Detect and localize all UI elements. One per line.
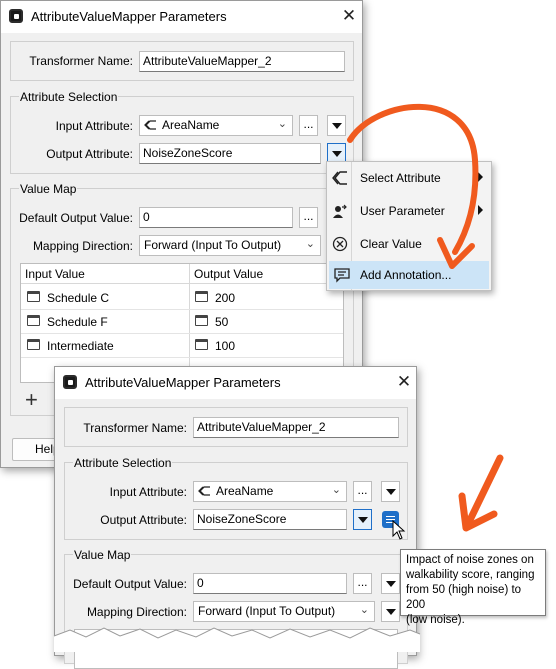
clear-icon [332,236,348,252]
table-header: Input Value Output Value [21,264,343,284]
attribute-icon [332,171,347,185]
row-output-value: 50 [215,315,229,329]
chevron-down-icon: ⌄ [277,118,287,130]
close-button[interactable]: ✕ [391,371,417,393]
mapping-direction-value: Forward (Input To Output) [144,238,282,252]
default-output-ellipsis-button[interactable]: ... [299,207,318,228]
mapping-direction-label: Mapping Direction: [86,605,187,619]
table-row[interactable]: Schedule C 200 [21,286,343,310]
attribute-icon [144,120,156,130]
output-attribute-label: Output Attribute: [46,147,133,161]
chevron-down-icon: ⌄ [305,238,315,250]
text-value-icon [195,315,208,326]
input-attribute-label: Input Attribute: [109,485,187,499]
text-value-icon [27,339,40,350]
attribute-icon [198,486,210,496]
menu-item-select-attribute[interactable]: Select Attribute [327,162,491,194]
table-row[interactable]: Schedule F 50 [21,310,343,334]
user-parameter-icon [333,204,347,218]
input-attribute-value: AreaName [162,118,220,132]
chevron-down-icon: ⌄ [331,484,341,496]
transformer-name-input[interactable]: AttributeValueMapper_2 [139,51,345,72]
dialog-title: AttributeValueMapper Parameters [31,9,227,24]
mapping-direction-label: Mapping Direction: [32,239,133,253]
attribute-context-menu: Select Attribute User Parameter Clear Va… [326,161,492,291]
mapping-direction-menu-button[interactable] [381,601,400,622]
annotation-icon [334,268,350,283]
input-attribute-label: Input Attribute: [55,119,133,133]
row-input-value: Intermediate [47,339,114,353]
close-button[interactable]: ✕ [336,5,362,27]
input-attribute-value: AreaName [216,484,274,498]
column-header-output: Output Value [194,267,264,281]
mapping-direction-select[interactable]: Forward (Input To Output) ⌄ [193,601,375,622]
output-attribute-input[interactable]: NoiseZoneScore [193,509,347,530]
default-output-input[interactable]: 0 [193,573,347,594]
add-row-button[interactable]: + [25,389,38,411]
title-bar: AttributeValueMapper Parameters ✕ [1,1,362,33]
input-attribute-select[interactable]: AreaName ⌄ [139,115,293,136]
mapping-direction-value: Forward (Input To Output) [198,604,336,618]
menu-item-user-parameter[interactable]: User Parameter [327,195,491,227]
value-map-heading: Value Map [73,548,132,562]
mouse-pointer-icon [392,520,406,540]
menu-item-label: Add Annotation... [360,268,452,282]
value-map-heading: Value Map [19,182,78,196]
output-attribute-label: Output Attribute: [100,513,187,527]
input-attribute-menu-button[interactable] [381,481,400,502]
column-header-input: Input Value [25,267,85,281]
transformer-name-input[interactable]: AttributeValueMapper_2 [193,417,399,438]
output-attribute-input[interactable]: NoiseZoneScore [139,143,321,164]
value-map-table [74,629,398,669]
menu-item-label: User Parameter [360,204,445,218]
default-output-menu-button[interactable] [381,573,400,594]
menu-item-add-annotation[interactable]: Add Annotation... [329,261,489,289]
row-output-value: 100 [215,339,236,353]
row-input-value: Schedule F [47,315,108,329]
attribute-selection-heading: Attribute Selection [19,90,119,104]
row-output-value: 200 [215,291,236,305]
default-output-input[interactable]: 0 [139,207,293,228]
input-attribute-select[interactable]: AreaName ⌄ [193,481,347,502]
menu-item-label: Clear Value [360,237,422,251]
dialog-title: AttributeValueMapper Parameters [85,375,281,390]
text-value-icon [195,291,208,302]
fme-app-icon [9,9,23,23]
text-value-icon [195,339,208,350]
input-attribute-ellipsis-button[interactable]: ... [353,481,372,502]
menu-item-label: Select Attribute [360,171,441,185]
input-attribute-ellipsis-button[interactable]: ... [299,115,318,136]
text-value-icon [27,291,40,302]
row-input-value: Schedule C [47,291,110,305]
mapping-direction-select[interactable]: Forward (Input To Output) ⌄ [139,235,321,256]
input-attribute-menu-button[interactable] [327,115,346,136]
submenu-arrow-icon [478,172,483,182]
text-value-icon [27,315,40,326]
output-attribute-menu-button[interactable] [353,509,372,530]
chevron-down-icon: ⌄ [359,604,369,616]
value-map-table: Input Value Output Value Schedule C 200 … [20,263,344,383]
annotation-tooltip: Impact of noise zones on walkability sco… [400,549,546,626]
submenu-arrow-icon [478,205,483,215]
transformer-name-label: Transformer Name: [83,421,187,435]
transformer-name-label: Transformer Name: [29,54,133,68]
table-row[interactable]: Intermediate 100 [21,334,343,358]
default-output-label: Default Output Value: [73,577,187,591]
default-output-ellipsis-button[interactable]: ... [353,573,372,594]
menu-item-clear-value[interactable]: Clear Value [327,228,491,260]
attribute-selection-heading: Attribute Selection [73,456,173,470]
parameters-dialog-annotated: AttributeValueMapper Parameters ✕ Transf… [54,366,417,669]
title-bar: AttributeValueMapper Parameters ✕ [55,367,416,399]
default-output-label: Default Output Value: [19,211,133,225]
fme-app-icon [63,375,77,389]
